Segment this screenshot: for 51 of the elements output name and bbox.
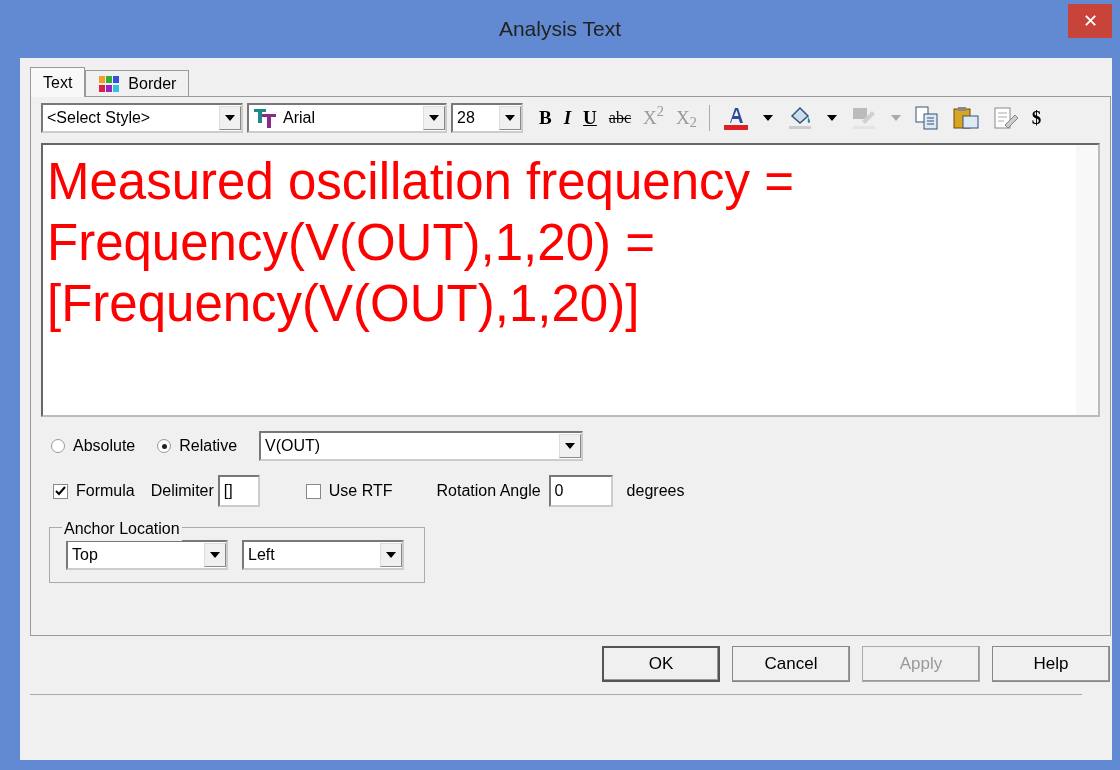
copy-icon (913, 105, 940, 131)
close-button[interactable]: ✕ (1068, 4, 1112, 38)
radio-label: Absolute (73, 436, 136, 456)
checkbox-label: Use RTF (328, 481, 393, 501)
field-label: Rotation Angle (436, 481, 541, 501)
checkbox[interactable] (53, 483, 68, 499)
dialog-button[interactable]: OK (602, 646, 720, 682)
strikethrough-button[interactable]: abc (602, 103, 638, 133)
input-field[interactable]: [] (217, 475, 260, 507)
dialog-button[interactable]: Help (992, 646, 1110, 682)
caret-icon (761, 114, 774, 122)
text-editor[interactable]: Measured oscillation frequency = Frequency(V(OUT),1,20) = [Frequency(V(OUT),1,20)] (41, 143, 1100, 417)
radio-button[interactable] (51, 439, 65, 453)
scrollbar[interactable] (1076, 145, 1098, 415)
caret-icon (825, 114, 838, 122)
window-title: Analysis Text (498, 16, 622, 43)
vertical-anchor-dropdown[interactable]: Top (66, 540, 228, 570)
palette-icon (98, 74, 121, 93)
checkbox-label: Formula (76, 481, 135, 501)
bold-button[interactable]: B (533, 103, 558, 133)
font-icon (253, 107, 277, 129)
caret-icon (209, 551, 221, 559)
edit-document-icon (991, 105, 1020, 131)
checkbox[interactable] (305, 483, 321, 499)
caret-icon (889, 114, 902, 122)
caret-icon (564, 442, 577, 450)
font-dropdown[interactable]: Arial (247, 103, 447, 133)
radio-button[interactable] (157, 439, 172, 453)
input-field[interactable]: 0 (548, 475, 613, 507)
text-line: Frequency(V(OUT),1,20) = (47, 213, 656, 273)
caret-icon (385, 551, 397, 559)
text-line: [Frequency(V(OUT),1,20)] (47, 274, 641, 334)
tab[interactable]: Border (85, 70, 190, 96)
font-color-icon (721, 105, 750, 131)
clipboard-icon (951, 105, 980, 131)
radio-label: Relative (179, 436, 238, 456)
caret-icon (224, 114, 236, 122)
caret-icon (504, 114, 516, 122)
underline-button[interactable]: U (577, 103, 603, 133)
relative-dropdown[interactable]: V(OUT) (259, 431, 584, 461)
field-label: Delimiter (150, 481, 214, 501)
italic-button[interactable]: I (557, 103, 578, 133)
text-line: Measured oscillation frequency = (47, 152, 795, 212)
caret-icon (428, 114, 440, 122)
dialog-button[interactable]: Cancel (732, 646, 850, 682)
style-dropdown[interactable]: <Select Style> (41, 103, 243, 133)
currency-button[interactable]: $ (1025, 103, 1048, 133)
tab[interactable]: Text (30, 67, 86, 97)
unit-label: degrees (626, 481, 685, 501)
font-size-dropdown[interactable]: 28 (451, 103, 523, 133)
horizontal-anchor-dropdown[interactable]: Left (242, 540, 404, 570)
